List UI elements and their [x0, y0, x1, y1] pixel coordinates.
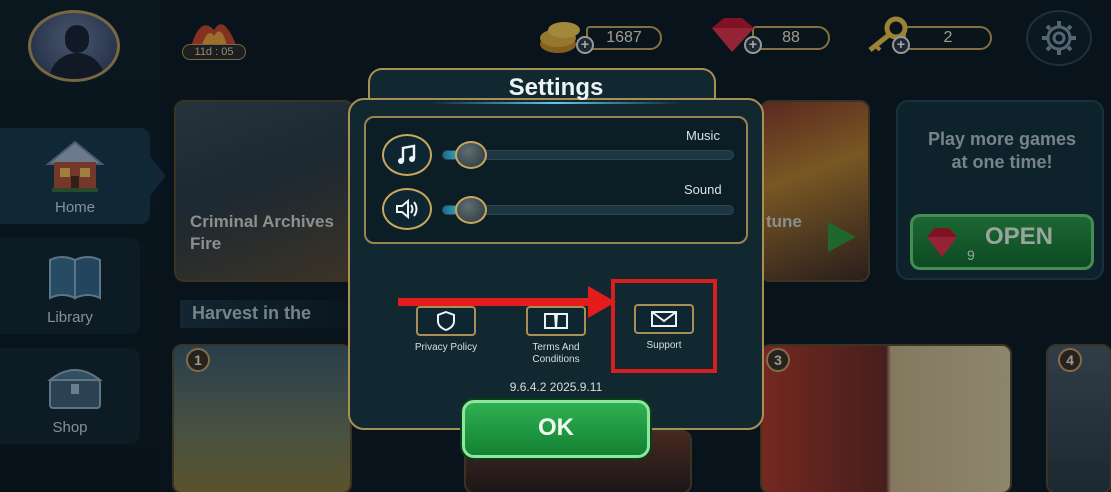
privacy-policy-icon-box: [416, 306, 476, 336]
shield-icon: [437, 311, 455, 331]
music-slider-thumb[interactable]: [455, 141, 488, 169]
dialog-title: Settings: [508, 74, 604, 101]
annotation-arrow-shaft: [398, 298, 592, 306]
sound-label: Sound: [684, 182, 722, 197]
annotation-highlight-box: [611, 279, 717, 373]
audio-panel: Music Sound: [364, 116, 748, 244]
privacy-policy-label: Privacy Policy: [414, 342, 478, 353]
privacy-policy-link[interactable]: Privacy Policy: [404, 306, 488, 354]
sound-toggle-button[interactable]: [382, 188, 432, 230]
ok-button[interactable]: OK: [462, 400, 650, 458]
music-label: Music: [686, 128, 720, 143]
terms-icon-box: [526, 306, 586, 336]
terms-and-conditions-link[interactable]: Terms And Conditions: [514, 306, 598, 366]
music-note-icon: [398, 144, 416, 164]
title-underline: [430, 102, 682, 104]
speaker-icon: [396, 198, 418, 220]
book-open-icon: [544, 313, 568, 329]
terms-label: Terms And Conditions: [532, 342, 580, 365]
version-text: 9.6.4.2 2025.9.11: [509, 380, 603, 394]
music-toggle-button[interactable]: [382, 134, 432, 176]
sound-slider-thumb[interactable]: [455, 196, 488, 224]
